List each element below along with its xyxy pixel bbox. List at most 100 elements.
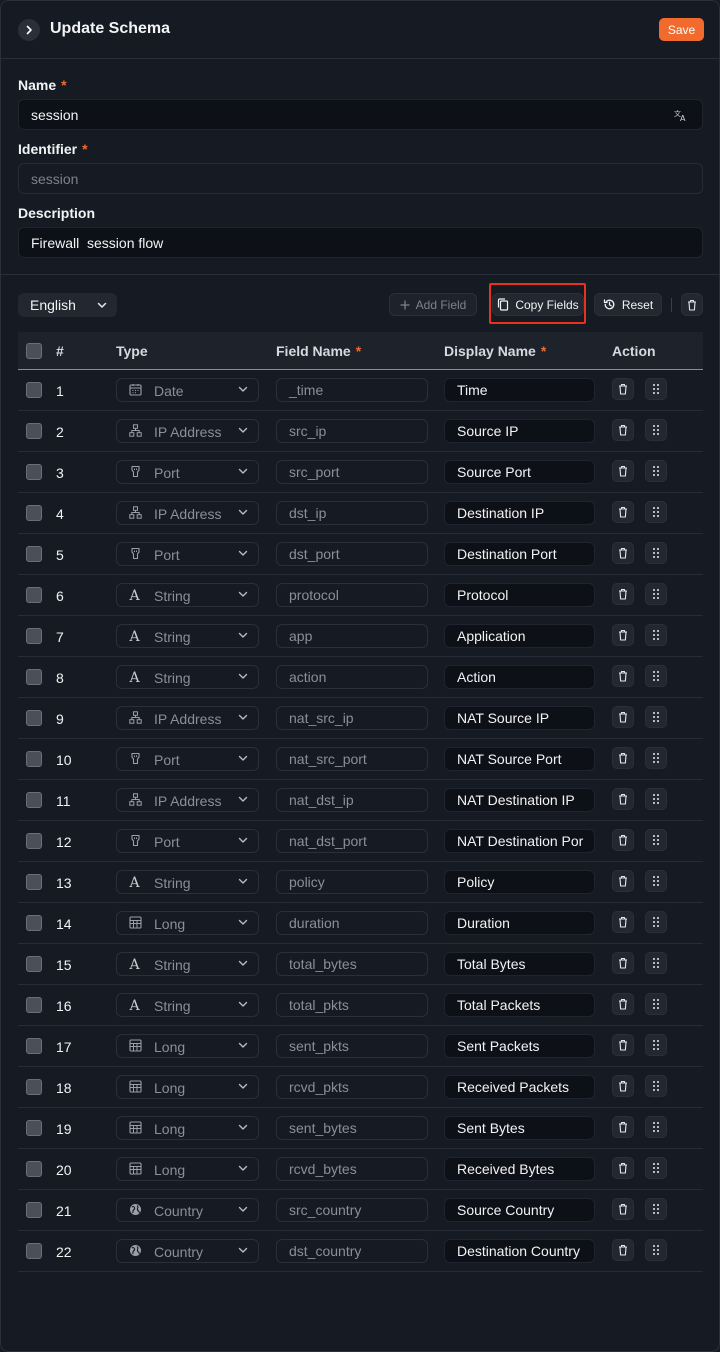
drag-handle[interactable] (645, 460, 667, 482)
type-select[interactable]: Port (116, 829, 259, 853)
display-name-input[interactable]: Received Packets (444, 1075, 595, 1099)
row-checkbox[interactable] (26, 1202, 42, 1218)
delete-row-button[interactable] (612, 1116, 634, 1138)
display-name-input[interactable]: Application (444, 624, 595, 648)
row-checkbox[interactable] (26, 997, 42, 1013)
row-checkbox[interactable] (26, 1038, 42, 1054)
delete-row-button[interactable] (612, 1034, 634, 1056)
row-checkbox[interactable] (26, 628, 42, 644)
display-name-input[interactable]: Received Bytes (444, 1157, 595, 1181)
display-name-input[interactable]: Total Packets (444, 993, 595, 1017)
row-checkbox[interactable] (26, 1120, 42, 1136)
drag-handle[interactable] (645, 378, 667, 400)
type-select[interactable]: A String (116, 952, 259, 976)
delete-row-button[interactable] (612, 542, 634, 564)
drag-handle[interactable] (645, 1075, 667, 1097)
display-name-input[interactable]: NAT Destination IP (444, 788, 595, 812)
row-checkbox[interactable] (26, 546, 42, 562)
delete-row-button[interactable] (612, 870, 634, 892)
type-select[interactable]: IP Address (116, 706, 259, 730)
type-select[interactable]: Country (116, 1198, 259, 1222)
display-name-input[interactable]: NAT Source IP (444, 706, 595, 730)
drag-handle[interactable] (645, 870, 667, 892)
save-button[interactable]: Save (659, 18, 704, 41)
display-name-input[interactable]: Source Port (444, 460, 595, 484)
drag-handle[interactable] (645, 1116, 667, 1138)
delete-row-button[interactable] (612, 419, 634, 441)
drag-handle[interactable] (645, 1034, 667, 1056)
display-name-input[interactable]: Destination Port (444, 542, 595, 566)
display-name-input[interactable]: Destination Country (444, 1239, 595, 1263)
type-select[interactable]: Port (116, 460, 259, 484)
description-input[interactable]: Firewall session flow (18, 227, 703, 258)
row-checkbox[interactable] (26, 874, 42, 890)
display-name-input[interactable]: NAT Source Port (444, 747, 595, 771)
drag-handle[interactable] (645, 911, 667, 933)
row-checkbox[interactable] (26, 382, 42, 398)
delete-row-button[interactable] (612, 788, 634, 810)
drag-handle[interactable] (645, 1239, 667, 1261)
delete-all-button[interactable] (681, 293, 703, 316)
expand-button[interactable] (18, 19, 40, 41)
drag-handle[interactable] (645, 501, 667, 523)
display-name-input[interactable]: Total Bytes (444, 952, 595, 976)
translate-icon[interactable]: 文A (674, 108, 688, 122)
row-checkbox[interactable] (26, 1079, 42, 1095)
add-field-button[interactable]: Add Field (389, 293, 477, 316)
type-select[interactable]: Long (116, 1116, 259, 1140)
drag-handle[interactable] (645, 993, 667, 1015)
display-name-input[interactable]: Sent Packets (444, 1034, 595, 1058)
delete-row-button[interactable] (612, 1198, 634, 1220)
drag-handle[interactable] (645, 542, 667, 564)
row-checkbox[interactable] (26, 751, 42, 767)
drag-handle[interactable] (645, 419, 667, 441)
display-name-input[interactable]: Destination IP (444, 501, 595, 525)
row-checkbox[interactable] (26, 587, 42, 603)
type-select[interactable]: A String (116, 993, 259, 1017)
language-select[interactable]: English (18, 293, 117, 317)
display-name-input[interactable]: Duration (444, 911, 595, 935)
row-checkbox[interactable] (26, 669, 42, 685)
delete-row-button[interactable] (612, 1075, 634, 1097)
type-select[interactable]: Country (116, 1239, 259, 1263)
delete-row-button[interactable] (612, 501, 634, 523)
drag-handle[interactable] (645, 747, 667, 769)
drag-handle[interactable] (645, 706, 667, 728)
delete-row-button[interactable] (612, 460, 634, 482)
reset-button[interactable]: Reset (594, 293, 662, 316)
delete-row-button[interactable] (612, 952, 634, 974)
type-select[interactable]: Long (116, 1075, 259, 1099)
drag-handle[interactable] (645, 788, 667, 810)
delete-row-button[interactable] (612, 993, 634, 1015)
drag-handle[interactable] (645, 583, 667, 605)
type-select[interactable]: Long (116, 1034, 259, 1058)
delete-row-button[interactable] (612, 706, 634, 728)
type-select[interactable]: A String (116, 665, 259, 689)
type-select[interactable]: IP Address (116, 419, 259, 443)
row-checkbox[interactable] (26, 1243, 42, 1259)
row-checkbox[interactable] (26, 710, 42, 726)
type-select[interactable]: Port (116, 747, 259, 771)
drag-handle[interactable] (645, 624, 667, 646)
drag-handle[interactable] (645, 665, 667, 687)
copy-fields-button[interactable]: Copy Fields (492, 293, 584, 316)
drag-handle[interactable] (645, 829, 667, 851)
delete-row-button[interactable] (612, 624, 634, 646)
type-select[interactable]: A String (116, 624, 259, 648)
delete-row-button[interactable] (612, 665, 634, 687)
delete-row-button[interactable] (612, 829, 634, 851)
type-select[interactable]: Long (116, 911, 259, 935)
drag-handle[interactable] (645, 1198, 667, 1220)
row-checkbox[interactable] (26, 833, 42, 849)
row-checkbox[interactable] (26, 505, 42, 521)
type-select[interactable]: Date (116, 378, 259, 402)
type-select[interactable]: IP Address (116, 788, 259, 812)
select-all-checkbox[interactable] (26, 343, 42, 359)
display-name-input[interactable]: Protocol (444, 583, 595, 607)
delete-row-button[interactable] (612, 911, 634, 933)
type-select[interactable]: A String (116, 583, 259, 607)
row-checkbox[interactable] (26, 792, 42, 808)
display-name-input[interactable]: Policy (444, 870, 595, 894)
display-name-input[interactable]: Time (444, 378, 595, 402)
display-name-input[interactable]: NAT Destination Por (444, 829, 595, 853)
